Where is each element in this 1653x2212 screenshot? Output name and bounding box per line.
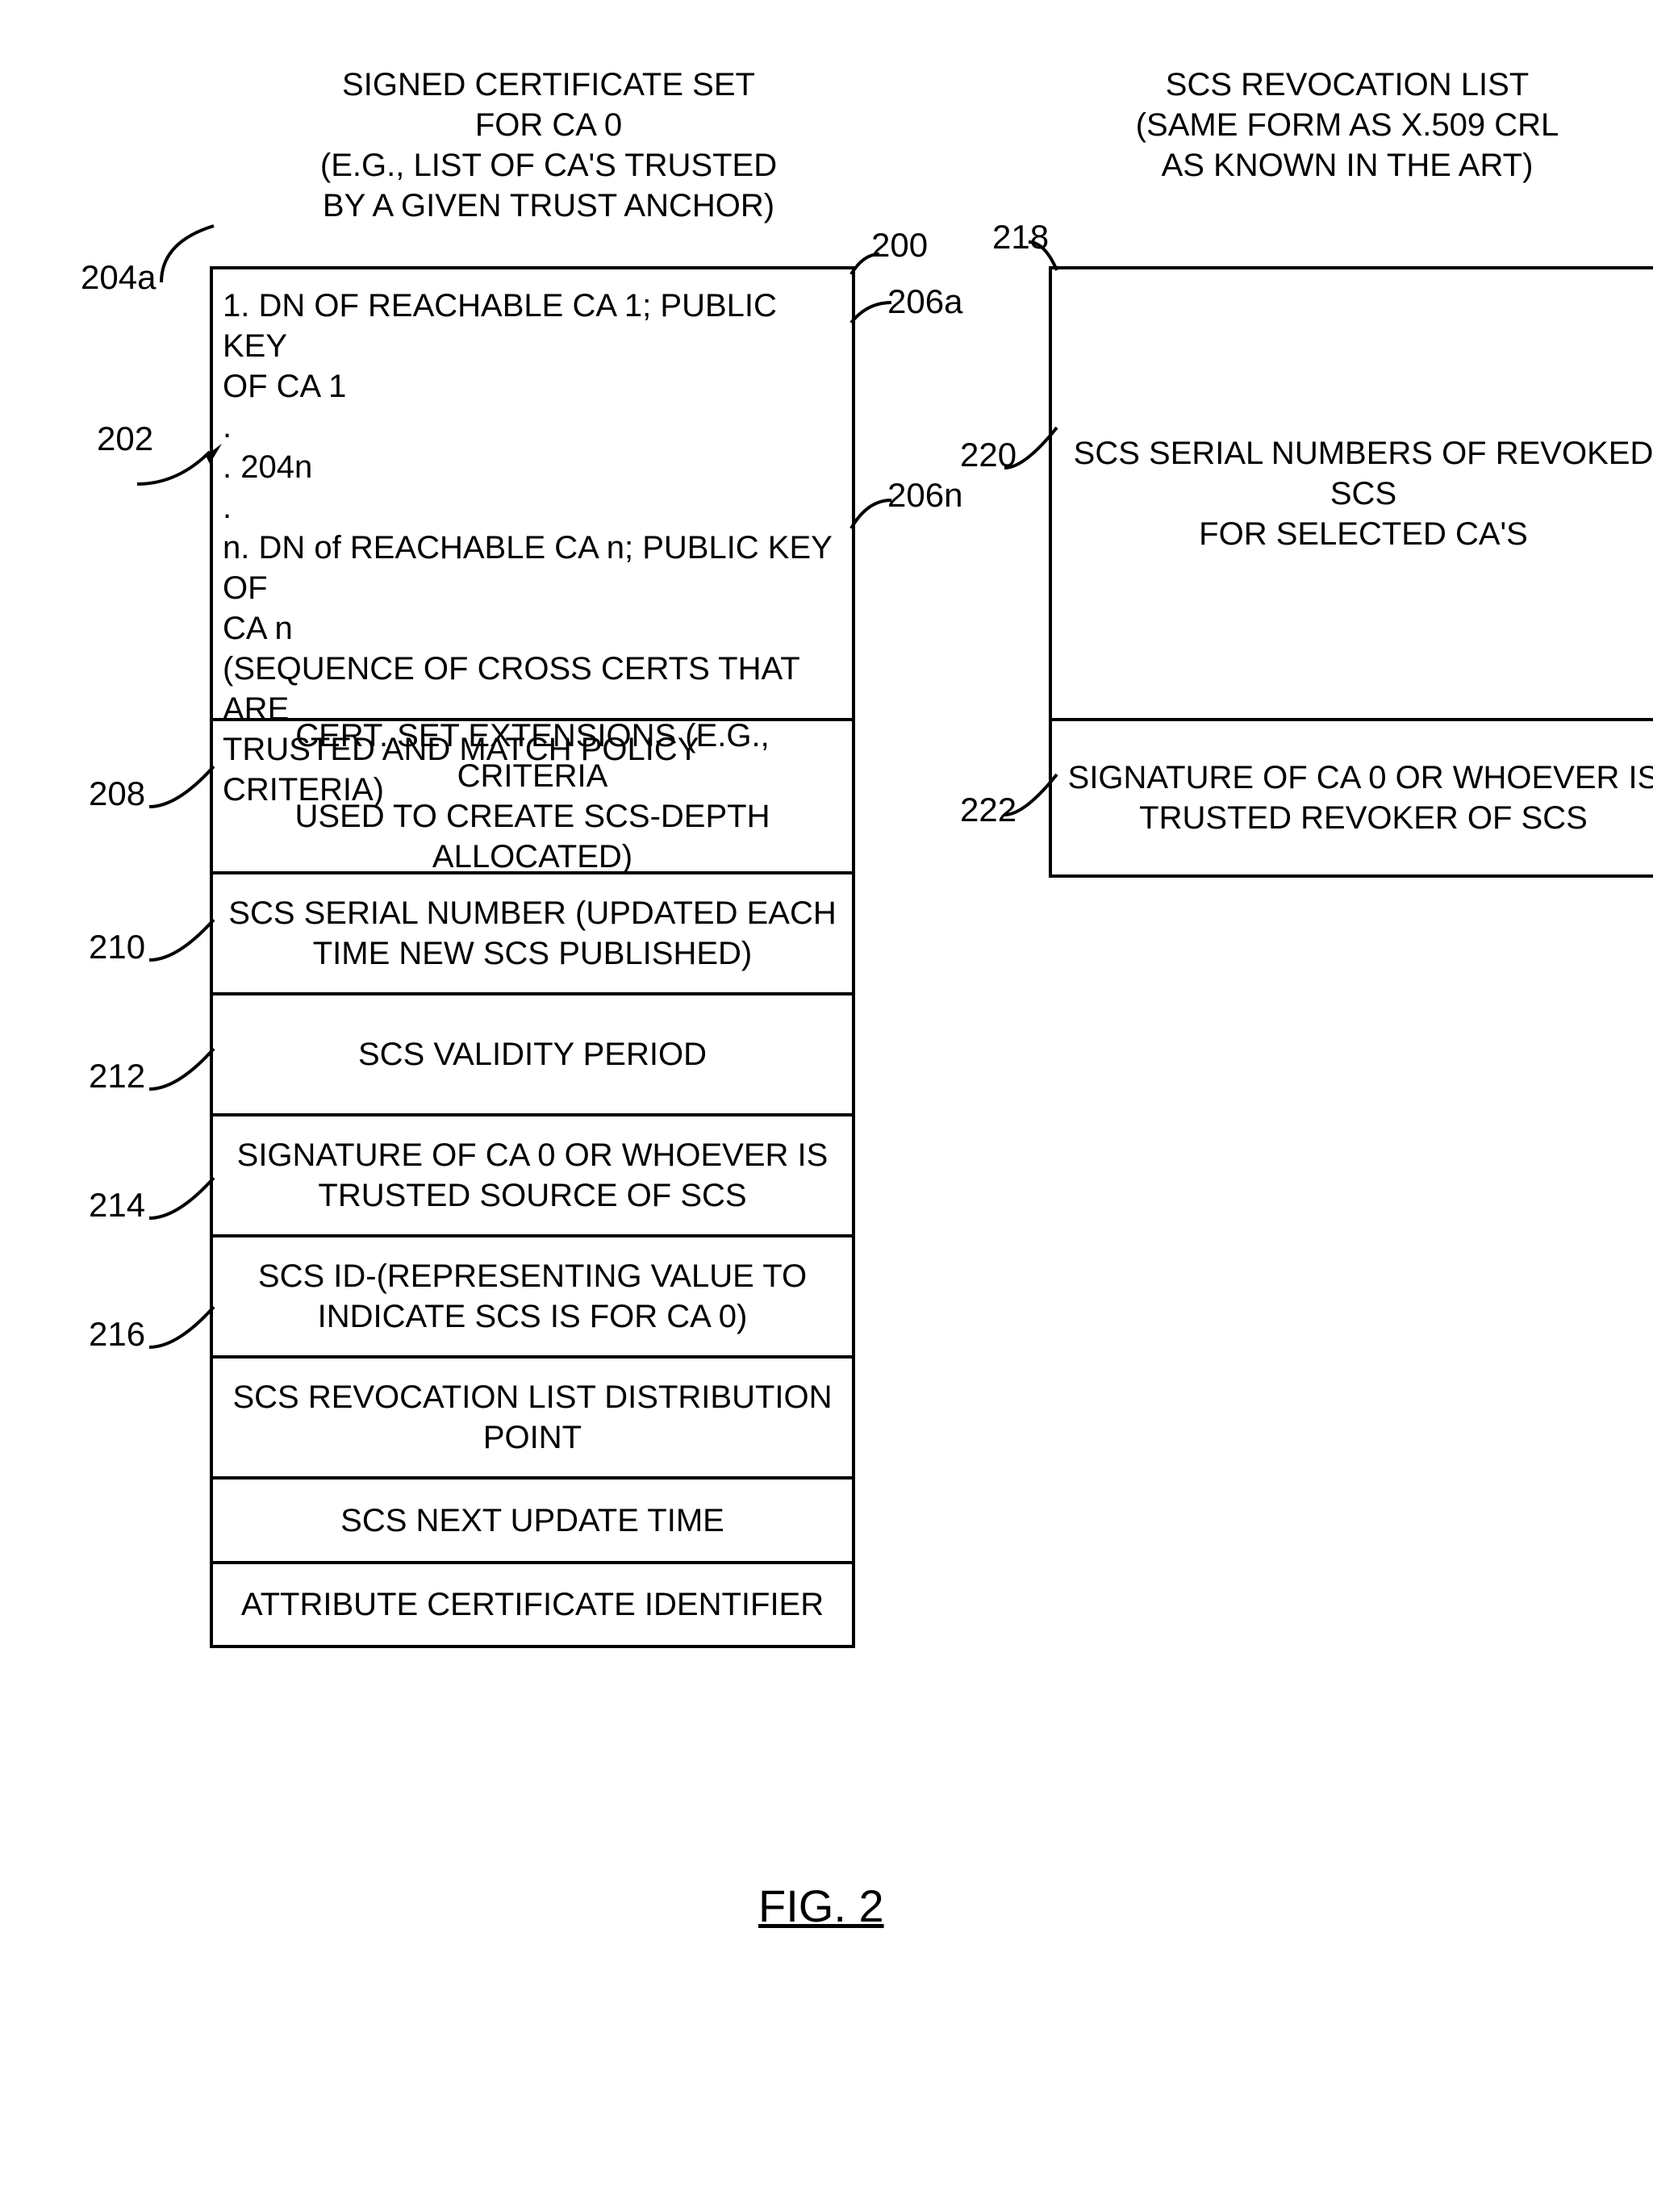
- ref-210: 210: [89, 928, 145, 966]
- diagram-canvas: SIGNED CERTIFICATE SET FOR CA 0 (E.G., L…: [32, 32, 1653, 2180]
- leader-206n: [847, 496, 904, 536]
- leader-220: [1000, 419, 1065, 476]
- cell-next-update: SCS NEXT UPDATE TIME: [213, 1480, 852, 1564]
- figure-label: FIG. 2: [758, 1880, 884, 1932]
- right-title: SCS REVOCATION LIST (SAME FORM AS X.509 …: [1057, 65, 1638, 186]
- cell-attr-cert-id: ATTRIBUTE CERTIFICATE IDENTIFIER: [213, 1564, 852, 1645]
- ref-212: 212: [89, 1057, 145, 1096]
- ref-216: 216: [89, 1315, 145, 1354]
- leader-202: [129, 444, 226, 492]
- left-title: SIGNED CERTIFICATE SET FOR CA 0 (E.G., L…: [258, 65, 839, 226]
- leader-200: [847, 250, 887, 282]
- cell-scs-id: SCS ID-(REPRESENTING VALUE TO INDICATE S…: [213, 1237, 852, 1359]
- leader-210: [145, 912, 226, 968]
- cell-revoked-serials: SCS SERIAL NUMBERS OF REVOKED SCS FOR SE…: [1052, 269, 1653, 721]
- cell-reachable-cas: 1. DN OF REACHABLE CA 1; PUBLIC KEY OF C…: [213, 269, 852, 721]
- cell-revoker-signature: SIGNATURE OF CA 0 OR WHOEVER IS TRUSTED …: [1052, 721, 1653, 874]
- cell-extensions: CERT. SET EXTENSIONS (E.G., CRITERIA USE…: [213, 721, 852, 874]
- cell-validity: SCS VALIDITY PERIOD: [213, 995, 852, 1116]
- cell-revocation-dist: SCS REVOCATION LIST DISTRIBUTION POINT: [213, 1359, 852, 1480]
- cell-signature: SIGNATURE OF CA 0 OR WHOEVER IS TRUSTED …: [213, 1116, 852, 1237]
- leader-222: [1000, 766, 1065, 823]
- leader-204a: [157, 218, 222, 290]
- leader-208: [145, 758, 226, 815]
- leader-218: [1025, 238, 1065, 278]
- leader-214: [145, 1170, 226, 1226]
- ref-214: 214: [89, 1186, 145, 1225]
- ref-208: 208: [89, 774, 145, 813]
- right-box: SCS SERIAL NUMBERS OF REVOKED SCS FOR SE…: [1049, 266, 1653, 878]
- leader-212: [145, 1041, 226, 1097]
- leader-206a: [847, 298, 904, 331]
- leader-216: [145, 1299, 226, 1355]
- left-box: 1. DN OF REACHABLE CA 1; PUBLIC KEY OF C…: [210, 266, 855, 1648]
- ref-204a: 204a: [81, 258, 156, 297]
- cell-serial: SCS SERIAL NUMBER (UPDATED EACH TIME NEW…: [213, 874, 852, 995]
